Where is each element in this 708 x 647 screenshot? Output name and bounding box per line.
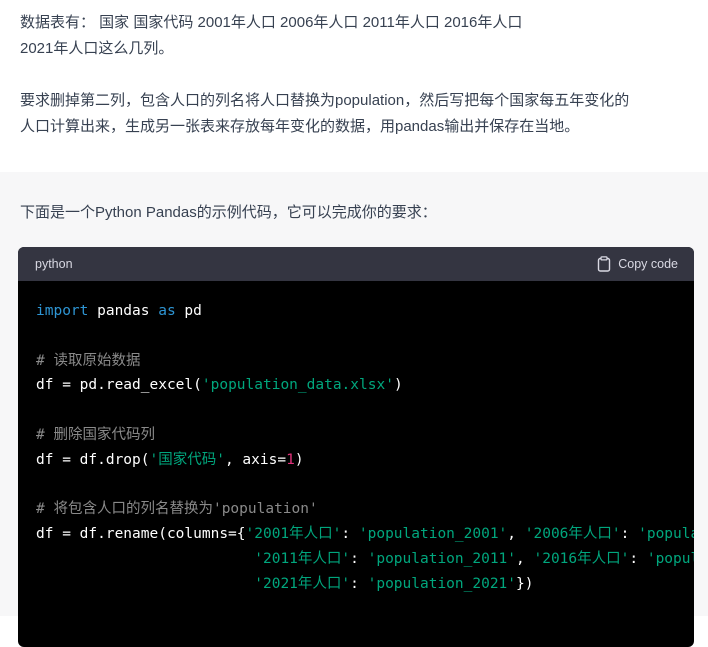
code-comment: # 将包含人口的列名替换为'population' (36, 501, 318, 518)
code-line: # 删除国家代码列 (36, 423, 694, 448)
code-line: '2021年人口': 'population_2021'}) (36, 572, 694, 597)
code-keyword: import (36, 303, 89, 319)
user-line-1: 数据表有： 国家 国家代码 2001年人口 2006年人口 2011年人口 20… (20, 14, 523, 31)
code-block-header: python Copy code (18, 247, 694, 281)
copy-code-label: Copy code (618, 257, 678, 271)
code-number: 1 (286, 451, 295, 468)
code-language-label: python (35, 257, 73, 271)
code-text: , axis= (224, 451, 287, 468)
code-block: python Copy code import pandas as pd # 读取… (18, 247, 694, 647)
code-line: df = df.drop('国家代码', axis=1) (36, 448, 694, 473)
code-string: 'population_2001' (358, 526, 508, 543)
code-line: '2011年人口': 'population_2011', '2016年人口':… (36, 547, 694, 572)
user-message: 数据表有： 国家 国家代码 2001年人口 2006年人口 2011年人口 20… (0, 0, 708, 172)
code-line: # 将包含人口的列名替换为'population' (36, 497, 694, 522)
code-text: : (341, 526, 359, 543)
code-string: 'population_2021' (367, 575, 517, 592)
code-text: }) (516, 575, 534, 592)
code-text: pandas (88, 303, 159, 319)
code-text: : (350, 550, 368, 567)
code-string: 'population_data.xlsx' (201, 377, 394, 394)
user-message-text: 数据表有： 国家 国家代码 2001年人口 2006年人口 2011年人口 20… (20, 10, 700, 140)
user-line-2: 2021年人口这么几列。 (20, 40, 174, 57)
code-string: '2011年人口' (254, 550, 351, 567)
code-text: ) (294, 451, 304, 468)
code-comment: # 读取原始数据 (36, 352, 141, 369)
code-text: df = df.rename(columns={ (36, 526, 246, 543)
code-comment: # 删除国家代码列 (36, 426, 155, 443)
user-line-3: 要求删掉第二列，包含人口的列名将人口替换为population，然后写把每个国家… (20, 92, 630, 109)
copy-code-button[interactable]: Copy code (597, 256, 678, 272)
code-line: import pandas as pd (36, 299, 694, 324)
assistant-intro: 下面是一个Python Pandas的示例代码，它可以完成你的要求： (20, 204, 437, 221)
code-text: , (516, 550, 534, 567)
code-string: '2001年人口' (245, 526, 342, 543)
assistant-message: 下面是一个Python Pandas的示例代码，它可以完成你的要求： pytho… (0, 172, 708, 647)
code-text: : (629, 550, 647, 567)
code-line: df = df.rename(columns={'2001年人口': 'popu… (36, 522, 694, 547)
code-content: import pandas as pd # 读取原始数据 df = pd.read_… (18, 281, 694, 597)
code-text: ) (393, 377, 403, 394)
code-string: 'popula (646, 550, 694, 567)
code-text: : (350, 575, 368, 592)
code-string: 'popula (638, 526, 694, 543)
code-string: '2021年人口' (254, 575, 351, 592)
code-text: df = df.drop( (36, 451, 150, 468)
user-line-4: 人口计算出来，生成另一张表来存放每年变化的数据，用pandas输出并保存在当地。 (20, 118, 580, 135)
code-string: '国家代码' (149, 451, 225, 468)
code-line: df = pd.read_excel('population_data.xlsx… (36, 373, 694, 398)
code-text: df = pd.read_excel( (36, 377, 202, 394)
clipboard-icon (598, 256, 611, 272)
code-text: pd (175, 303, 202, 319)
code-text: , (507, 526, 525, 543)
code-string: '2006年人口' (524, 526, 621, 543)
code-string: 'population_2011' (367, 550, 517, 567)
code-string: '2016年人口' (533, 550, 630, 567)
code-text: : (620, 526, 639, 543)
code-keyword: as (158, 303, 176, 319)
code-line: # 读取原始数据 (36, 349, 694, 374)
